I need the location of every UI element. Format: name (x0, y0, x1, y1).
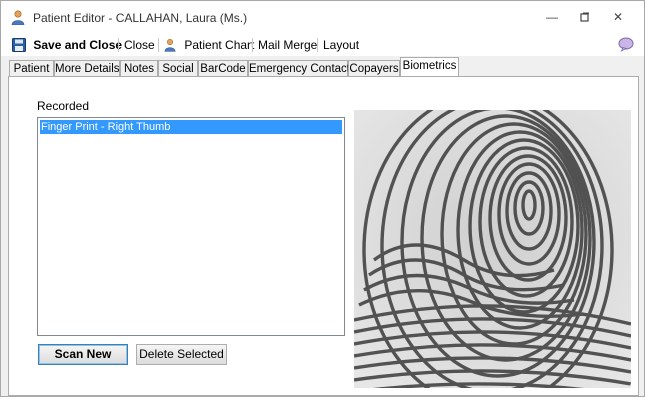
mail-merge-button[interactable]: Mail Merge (258, 37, 317, 53)
restore-icon (580, 12, 589, 22)
toolbar: Save and Close Close Patient Chart Mail … (1, 33, 644, 57)
close-button[interactable]: Close (124, 37, 155, 53)
tab-label: More Details (55, 63, 120, 75)
tab-biometrics[interactable]: Biometrics (400, 57, 459, 77)
tab-social[interactable]: Social (158, 60, 198, 76)
patient-editor-window: Patient Editor - CALLAHAN, Laura (Ms.) —… (0, 0, 645, 397)
fingerprint-image (354, 110, 631, 388)
tab-strip: Patient More Details Notes Social BarCod… (1, 56, 644, 77)
recorded-label: Recorded (37, 99, 90, 113)
scan-new-button[interactable]: Scan New (38, 344, 128, 365)
layout-label: Layout (323, 38, 360, 52)
tab-notes[interactable]: Notes (120, 60, 158, 76)
save-and-close-label: Save and Close (33, 38, 123, 52)
patient-chart-button[interactable]: Patient Chart (164, 37, 254, 53)
tab-emergency-contacts[interactable]: Emergency Contacts (248, 60, 356, 76)
help-button[interactable] (618, 37, 634, 53)
tab-label: Notes (123, 63, 155, 75)
layout-button[interactable]: Layout (323, 37, 359, 53)
save-and-close-button[interactable]: Save and Close (12, 37, 122, 53)
tab-more-details[interactable]: More Details (54, 60, 120, 76)
restore-button[interactable] (572, 7, 598, 27)
toolbar-separator (158, 38, 159, 52)
patient-chart-label: Patient Chart (184, 38, 255, 52)
toolbar-separator (118, 38, 119, 52)
tab-label: Copayers (349, 63, 399, 75)
biometrics-panel: Recorded Finger Print - Right Thumb Scan… (8, 76, 639, 396)
minimize-button[interactable]: — (539, 7, 565, 27)
tab-barcode[interactable]: BarCode (198, 60, 248, 76)
tab-patient[interactable]: Patient (9, 60, 54, 76)
patient-icon (11, 10, 25, 25)
patient-icon (164, 38, 176, 52)
title-bar: Patient Editor - CALLAHAN, Laura (Ms.) —… (1, 1, 644, 33)
tab-label: Patient (13, 63, 50, 75)
tab-label: Emergency Contacts (249, 63, 356, 75)
toolbar-separator (252, 38, 253, 52)
close-label: Close (124, 38, 155, 52)
recorded-list[interactable]: Finger Print - Right Thumb (37, 117, 345, 336)
list-item[interactable]: Finger Print - Right Thumb (40, 120, 342, 134)
tab-label: Social (162, 63, 194, 75)
close-window-button[interactable]: ✕ (605, 7, 631, 27)
speech-bubble-icon (618, 37, 634, 52)
floppy-disk-icon (12, 38, 26, 52)
tab-label: Biometrics (402, 60, 457, 72)
delete-selected-button[interactable]: Delete Selected (136, 344, 227, 365)
toolbar-separator (317, 38, 318, 52)
tab-copayers[interactable]: Copayers (348, 60, 400, 76)
tab-label: BarCode (200, 63, 246, 75)
mail-merge-label: Mail Merge (258, 38, 318, 52)
window-title: Patient Editor - CALLAHAN, Laura (Ms.) (33, 11, 248, 25)
